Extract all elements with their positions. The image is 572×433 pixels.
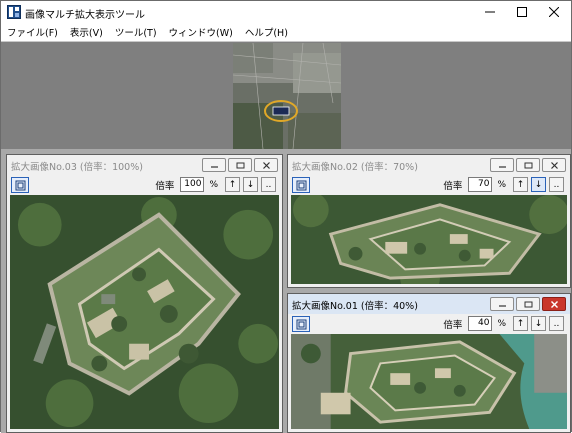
restore-icon <box>236 162 244 168</box>
rate-down-button[interactable]: ↓ <box>243 177 258 192</box>
rate-up-button[interactable]: ↑ <box>513 316 528 331</box>
fit-view-icon <box>15 180 25 190</box>
menu-window[interactable]: ウィンドウ(W) <box>163 25 239 39</box>
maximize-button[interactable] <box>507 1 537 23</box>
app-title: 画像マルチ拡大表示ツール <box>25 10 145 21</box>
child-minimize-button[interactable] <box>490 158 514 172</box>
rate-unit: % <box>209 179 218 190</box>
child-close-button[interactable] <box>254 158 278 172</box>
arrow-down-icon: ↓ <box>534 179 543 190</box>
more-options-button[interactable]: .. <box>261 177 276 192</box>
restore-icon <box>524 162 532 168</box>
minimize-button[interactable] <box>475 1 505 23</box>
fit-view-icon <box>296 180 306 190</box>
more-options-button[interactable]: .. <box>549 316 564 331</box>
restore-icon <box>524 301 532 307</box>
rate-up-button[interactable]: ↑ <box>225 177 240 192</box>
rate-up-button[interactable]: ↑ <box>513 177 528 192</box>
overview-image[interactable] <box>233 43 341 149</box>
close-icon <box>262 161 270 169</box>
child-title: 拡大画像No.03 (倍率：100%) <box>11 162 143 173</box>
maximize-icon <box>517 7 527 17</box>
menu-view[interactable]: 表示(V) <box>64 25 109 39</box>
child-minimize-button[interactable] <box>202 158 226 172</box>
rate-input[interactable]: 40 <box>468 316 493 331</box>
rate-unit: % <box>497 318 506 329</box>
minimize-icon <box>498 304 506 307</box>
child-restore-button[interactable] <box>516 158 540 172</box>
zoom-window-02[interactable]: 拡大画像No.02 (倍率：70%) 倍率 70 % ↑ ↓ .. <box>287 154 571 288</box>
child-title-bar[interactable]: 拡大画像No.02 (倍率：70%) <box>288 155 570 175</box>
zoom-toolbar: 倍率 100 % ↑ ↓ .. <box>7 175 282 195</box>
fit-view-button[interactable] <box>292 316 310 332</box>
zoom-image-02[interactable] <box>291 195 567 284</box>
child-title: 拡大画像No.01 (倍率：40%) <box>292 301 418 312</box>
menu-bar: ファイル(F) 表示(V) ツール(T) ウィンドウ(W) ヘルプ(H) <box>1 23 571 41</box>
child-title-bar[interactable]: 拡大画像No.03 (倍率：100%) <box>7 155 282 175</box>
zoom-window-01[interactable]: 拡大画像No.01 (倍率：40%) 倍率 40 % ↑ ↓ .. <box>287 293 571 433</box>
arrow-down-icon: ↓ <box>534 318 543 329</box>
more-icon: .. <box>553 318 560 329</box>
child-restore-button[interactable] <box>516 297 540 311</box>
minimize-icon <box>498 165 506 168</box>
rate-label: 倍率 <box>443 180 463 192</box>
title-bar[interactable]: 画像マルチ拡大表示ツール <box>1 1 571 23</box>
close-button[interactable] <box>539 1 569 23</box>
close-icon <box>550 161 558 169</box>
minimize-icon <box>210 165 218 168</box>
fit-view-button[interactable] <box>292 177 310 193</box>
rate-down-button[interactable]: ↓ <box>531 316 546 331</box>
mdi-workspace: 拡大画像No.03 (倍率：100%) 倍率 100 % ↑ ↓ .. 拡大画像… <box>1 149 571 433</box>
fit-view-button[interactable] <box>11 177 29 193</box>
rate-label: 倍率 <box>155 180 175 192</box>
close-icon <box>549 7 559 17</box>
arrow-down-icon: ↓ <box>246 179 255 190</box>
app-window: 画像マルチ拡大表示ツール ファイル(F) 表示(V) ツール(T) ウィンドウ(… <box>0 0 572 433</box>
arrow-up-icon: ↑ <box>516 318 525 329</box>
arrow-up-icon: ↑ <box>228 179 237 190</box>
rate-input[interactable]: 100 <box>180 177 205 192</box>
child-title-bar[interactable]: 拡大画像No.01 (倍率：40%) <box>288 294 570 314</box>
menu-help[interactable]: ヘルプ(H) <box>239 25 294 39</box>
child-title: 拡大画像No.02 (倍率：70%) <box>292 162 418 173</box>
rate-down-button[interactable]: ↓ <box>531 177 546 192</box>
rate-label: 倍率 <box>443 319 463 331</box>
fit-view-icon <box>296 319 306 329</box>
more-options-button[interactable]: .. <box>549 177 564 192</box>
zoom-window-03[interactable]: 拡大画像No.03 (倍率：100%) 倍率 100 % ↑ ↓ .. <box>6 154 283 433</box>
child-minimize-button[interactable] <box>490 297 514 311</box>
overview-panel <box>1 41 571 149</box>
zoom-image-01[interactable] <box>291 334 567 429</box>
app-logo-icon <box>7 5 21 19</box>
arrow-up-icon: ↑ <box>516 179 525 190</box>
zoom-toolbar: 倍率 40 % ↑ ↓ .. <box>288 314 570 334</box>
child-close-button[interactable] <box>542 297 566 311</box>
menu-file[interactable]: ファイル(F) <box>1 25 64 39</box>
zoom-toolbar: 倍率 70 % ↑ ↓ .. <box>288 175 570 195</box>
menu-tools[interactable]: ツール(T) <box>109 25 163 39</box>
more-icon: .. <box>553 179 560 190</box>
more-icon: .. <box>265 179 272 190</box>
minimize-icon <box>485 11 495 13</box>
zoom-image-03[interactable] <box>10 195 279 429</box>
close-icon <box>550 300 558 308</box>
child-close-button[interactable] <box>542 158 566 172</box>
rate-unit: % <box>497 179 506 190</box>
child-restore-button[interactable] <box>228 158 252 172</box>
rate-input[interactable]: 70 <box>468 177 493 192</box>
